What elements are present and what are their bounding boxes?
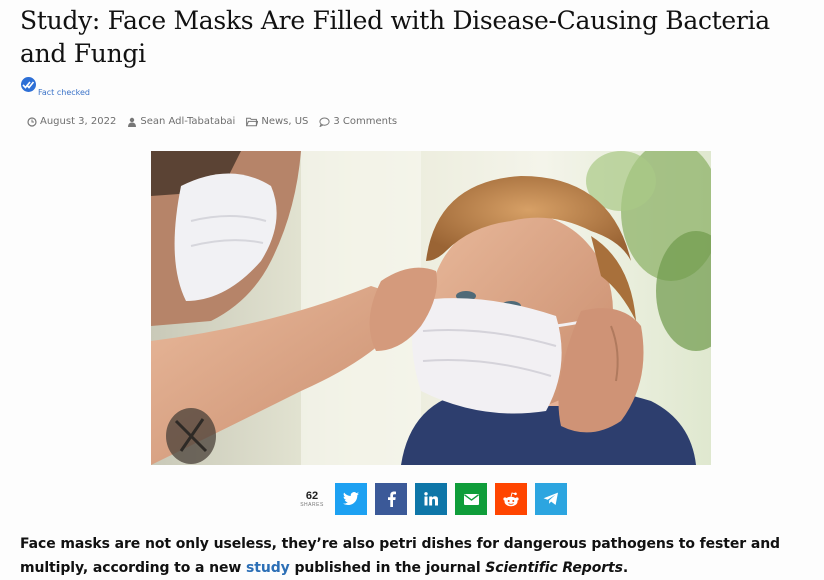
fact-checked-badge[interactable]: Fact checked xyxy=(21,77,90,97)
facebook-icon xyxy=(387,491,396,507)
article-body-paragraph: Face masks are not only useless, they’re… xyxy=(20,532,820,580)
share-twitter-button[interactable] xyxy=(335,483,367,515)
author-link[interactable]: Sean Adl-Tabatabai xyxy=(140,116,235,127)
clock-icon xyxy=(27,116,37,127)
meta-date-text: August 3, 2022 xyxy=(40,116,117,127)
body-text-2: published in the journal xyxy=(289,560,486,576)
email-icon xyxy=(463,493,479,505)
fact-checked-label: Fact checked xyxy=(38,88,90,97)
share-telegram-button[interactable] xyxy=(535,483,567,515)
hero-illustration xyxy=(151,151,711,465)
journal-name: Scientific Reports xyxy=(485,560,623,576)
share-linkedin-button[interactable] xyxy=(415,483,447,515)
linkedin-icon xyxy=(424,492,438,506)
reddit-icon xyxy=(503,491,519,506)
study-link[interactable]: study xyxy=(246,560,290,576)
share-count: 62 SHARES xyxy=(300,490,324,508)
twitter-icon xyxy=(343,492,359,506)
share-bar: 62 SHARES xyxy=(300,483,575,515)
telegram-icon xyxy=(543,492,558,505)
share-count-label: SHARES xyxy=(300,502,324,508)
share-email-button[interactable] xyxy=(455,483,487,515)
article-title: Study: Face Masks Are Filled with Diseas… xyxy=(20,6,770,68)
share-reddit-button[interactable] xyxy=(495,483,527,515)
meta-comments[interactable]: 3 Comments xyxy=(319,116,397,127)
folder-icon xyxy=(246,117,259,126)
hero-image xyxy=(151,151,711,465)
share-facebook-button[interactable] xyxy=(375,483,407,515)
meta-date: August 3, 2022 xyxy=(27,116,116,127)
categories-link[interactable]: News, US xyxy=(261,116,308,127)
meta-author[interactable]: Sean Adl-Tabatabai xyxy=(127,116,235,127)
meta-categories[interactable]: News, US xyxy=(246,116,308,127)
user-icon xyxy=(128,117,137,127)
share-count-number: 62 xyxy=(305,490,319,502)
double-check-icon xyxy=(21,77,36,92)
comment-icon xyxy=(319,117,330,127)
article-meta: August 3, 2022 Sean Adl-Tabatabai News, … xyxy=(27,116,408,127)
body-text-3: . xyxy=(622,560,629,576)
comments-link[interactable]: 3 Comments xyxy=(333,116,397,127)
